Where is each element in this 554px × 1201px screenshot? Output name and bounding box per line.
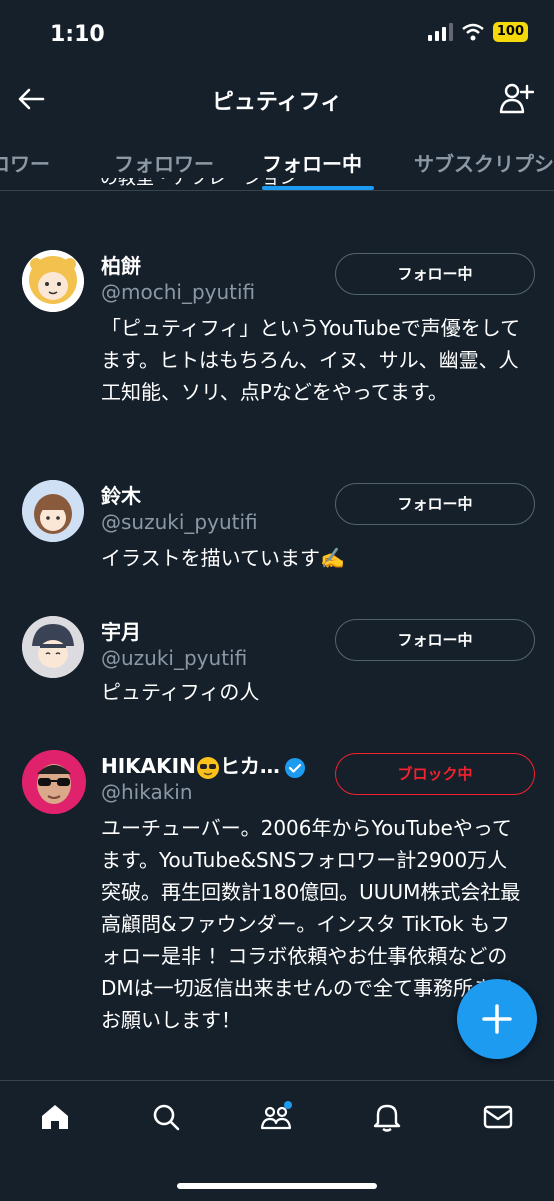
avatar[interactable] — [22, 250, 84, 312]
avatar[interactable] — [22, 480, 84, 542]
battery-indicator: 100 — [492, 22, 528, 42]
user-name[interactable]: 鈴木 — [101, 480, 141, 509]
following-button[interactable]: フォロー中 — [335, 619, 535, 661]
verified-badge-icon — [284, 757, 305, 778]
user-name[interactable]: 宇月 — [101, 616, 141, 645]
signal-icon — [427, 23, 453, 41]
compose-button[interactable] — [457, 979, 537, 1059]
user-handle[interactable]: @suzuki_pyutifi — [101, 510, 258, 534]
user-bio: ピュティフィの人 — [101, 680, 260, 704]
bell-icon[interactable] — [371, 1101, 403, 1133]
avatar[interactable] — [22, 750, 86, 814]
user-handle[interactable]: @hikakin — [101, 780, 193, 804]
user-name[interactable]: 柏餅 — [101, 250, 141, 279]
avatar-photo — [22, 750, 86, 814]
avatar-illustration — [22, 250, 84, 312]
status-bar: 1:10 100 — [0, 0, 554, 70]
wifi-icon — [462, 23, 484, 41]
blocked-button[interactable]: ブロック中 — [335, 753, 535, 795]
avatar[interactable] — [22, 616, 84, 678]
avatar-illustration — [22, 616, 84, 678]
communities-icon[interactable] — [260, 1101, 292, 1133]
following-button[interactable]: フォロー中 — [335, 253, 535, 295]
home-icon[interactable] — [39, 1101, 71, 1133]
cutoff-bio-text: の教室・アフレーション — [100, 178, 298, 189]
person-plus-icon[interactable] — [498, 80, 534, 116]
home-indicator — [177, 1183, 377, 1189]
status-time: 1:10 — [50, 22, 105, 47]
tab-subscriptions[interactable]: サブスクリプシ — [414, 148, 554, 177]
page-title: ピュティフィ — [211, 90, 343, 115]
tab-followers-partial[interactable]: ロワー — [0, 148, 50, 177]
nav-bar: ピュティフィ — [0, 70, 554, 128]
user-bio: イラストを描いています✍️ — [101, 546, 345, 570]
user-name-suffix: ヒカ… — [219, 754, 280, 778]
search-icon[interactable] — [150, 1101, 182, 1133]
user-name[interactable]: HIKAKIN ヒカ… — [101, 750, 306, 780]
avatar-illustration — [22, 480, 84, 542]
tab-following[interactable]: フォロー中 — [262, 148, 362, 177]
sunglasses-emoji-icon — [196, 756, 219, 779]
tab-followers[interactable]: フォロワー — [114, 148, 214, 177]
user-bio: 「ピュティフィ」というYouTubeで声優をしてます。ヒトはもちろん、イヌ、サル… — [101, 316, 521, 404]
plus-icon — [482, 1004, 512, 1034]
mail-icon[interactable] — [482, 1101, 514, 1133]
status-icons: 100 — [427, 22, 528, 42]
user-handle[interactable]: @mochi_pyutifi — [101, 280, 255, 304]
user-name-text: HIKAKIN — [101, 754, 196, 778]
following-button[interactable]: フォロー中 — [335, 483, 535, 525]
user-handle[interactable]: @uzuki_pyutifi — [101, 646, 247, 670]
